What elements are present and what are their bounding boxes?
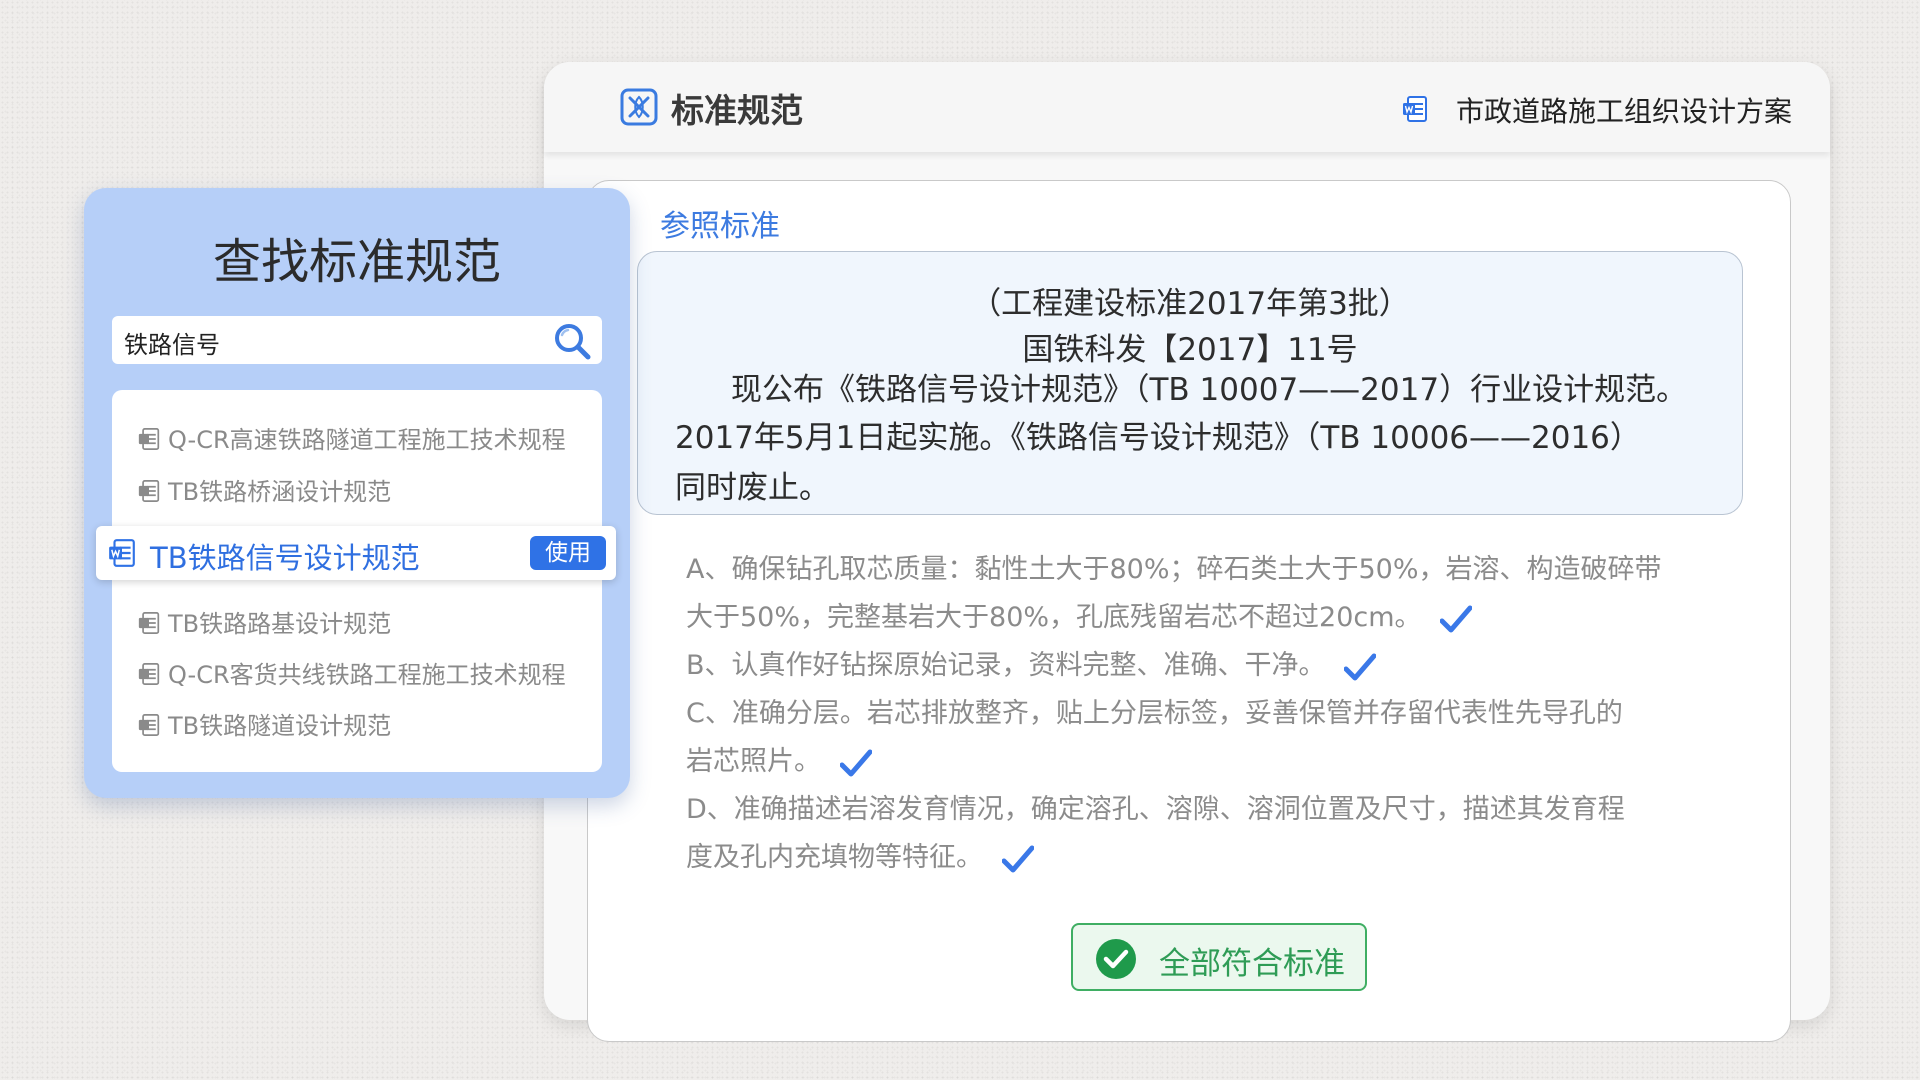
- document-icon: [138, 714, 160, 736]
- notice-line: 2017年5月1日起实施。《铁路信号设计规范》（TB 10006——2016）: [675, 420, 1641, 456]
- list-item-selected[interactable]: TB铁路信号设计规范 使用: [96, 526, 616, 580]
- list-item[interactable]: TB铁路隧道设计规范: [138, 706, 391, 741]
- check-text: A、确保钻孔取芯质量：黏性土大于80%；碎石类土大于50%，岩溶、构造破碎带: [686, 554, 1662, 585]
- all-compliant-label: 全部符合标准: [1159, 946, 1345, 982]
- list-item[interactable]: TB铁路桥涵设计规范: [138, 472, 391, 507]
- all-compliant-button[interactable]: 全部符合标准: [1071, 923, 1367, 991]
- document-icon: [138, 612, 160, 634]
- checkmark-icon: [1344, 653, 1377, 680]
- notice-line: （工程建设标准2017年第3批）: [970, 286, 1410, 322]
- list-item[interactable]: Q-CR高速铁路隧道工程施工技术规程: [138, 420, 566, 455]
- checkmark-icon: [1440, 605, 1473, 632]
- check-item: 岩芯照片。: [686, 739, 872, 778]
- document-icon: [138, 663, 160, 685]
- result-label: Q-CR客货共线铁路工程施工技术规程: [168, 661, 566, 689]
- result-label: TB铁路桥涵设计规范: [168, 478, 392, 506]
- notice-line: 同时废止。: [675, 470, 830, 506]
- checkmark-icon: [1001, 845, 1034, 872]
- check-text: C、准确分层。岩芯排放整齐，贴上分层标签，妥善保管并存留代表性先导孔的: [686, 698, 1623, 729]
- notice-line: 现公布《铁路信号设计规范》（TB 10007——2017）行业设计规范。: [731, 372, 1688, 408]
- search-panel-title: 查找标准规范: [212, 234, 501, 290]
- search-icon[interactable]: [552, 321, 592, 361]
- check-text: 度及孔内充填物等特征。: [686, 842, 983, 873]
- check-item: C、准确分层。岩芯排放整齐，贴上分层标签，妥善保管并存留代表性先导孔的: [686, 691, 1623, 730]
- search-results-list: Q-CR高速铁路隧道工程施工技术规程 TB铁路桥涵设计规范 TB铁路路基设计规范…: [112, 390, 602, 772]
- result-label: TB铁路路基设计规范: [168, 610, 392, 638]
- search-input[interactable]: 铁路信号: [112, 316, 602, 364]
- window-header: 标准规范 市政道路施工组织设计方案: [544, 62, 1830, 152]
- standards-window: 标准规范 市政道路施工组织设计方案 参照标准 （工程建设标准2017年第3批） …: [544, 62, 1830, 1042]
- result-label: TB铁路隧道设计规范: [168, 712, 392, 740]
- document-icon: [138, 428, 160, 450]
- search-query: 铁路信号: [124, 331, 220, 359]
- check-item: B、认真作好钻探原始记录，资料完整、准确、干净。: [686, 643, 1377, 682]
- use-button[interactable]: 使用: [530, 536, 606, 570]
- check-text: 岩芯照片。: [686, 746, 821, 777]
- document-title[interactable]: 市政道路施工组织设计方案: [1456, 90, 1792, 130]
- word-document-icon: [1403, 96, 1427, 122]
- standards-logo-icon: [620, 88, 658, 126]
- check-item: 大于50%，完整基岩大于80%，孔底残留岩芯不超过20cm。: [686, 595, 1473, 634]
- search-standards-panel: 查找标准规范 铁路信号 Q-CR高速铁路隧道工程施工技术规程 TB铁路桥涵设计规…: [84, 188, 630, 798]
- checkmark-icon: [839, 749, 872, 776]
- notice-line: 国铁科发【2017】11号: [1022, 332, 1358, 368]
- document-icon: [138, 480, 160, 502]
- check-text: D、准确描述岩溶发育情况，确定溶孔、溶隙、溶洞位置及尺寸，描述其发育程: [686, 794, 1625, 825]
- reference-panel: 参照标准 （工程建设标准2017年第3批） 国铁科发【2017】11号 现公布《…: [587, 180, 1791, 1042]
- check-item: A、确保钻孔取芯质量：黏性土大于80%；碎石类土大于50%，岩溶、构造破碎带: [686, 547, 1662, 586]
- result-label: Q-CR高速铁路隧道工程施工技术规程: [168, 426, 566, 454]
- standard-notice: （工程建设标准2017年第3批） 国铁科发【2017】11号 现公布《铁路信号设…: [637, 251, 1743, 515]
- list-item[interactable]: TB铁路路基设计规范: [138, 604, 391, 639]
- check-text: B、认真作好钻探原始记录，资料完整、准确、干净。: [686, 650, 1326, 681]
- check-text: 大于50%，完整基岩大于80%，孔底残留岩芯不超过20cm。: [686, 602, 1422, 633]
- check-item: 度及孔内充填物等特征。: [686, 835, 1034, 874]
- check-item: D、准确描述岩溶发育情况，确定溶孔、溶隙、溶洞位置及尺寸，描述其发育程: [686, 787, 1625, 826]
- section-label: 参照标准: [660, 209, 780, 244]
- page-title: 标准规范: [671, 91, 803, 130]
- check-circle-icon: [1096, 939, 1136, 979]
- result-label: TB铁路信号设计规范: [150, 541, 420, 575]
- list-item[interactable]: Q-CR客货共线铁路工程施工技术规程: [138, 655, 566, 690]
- word-document-icon: [109, 539, 135, 567]
